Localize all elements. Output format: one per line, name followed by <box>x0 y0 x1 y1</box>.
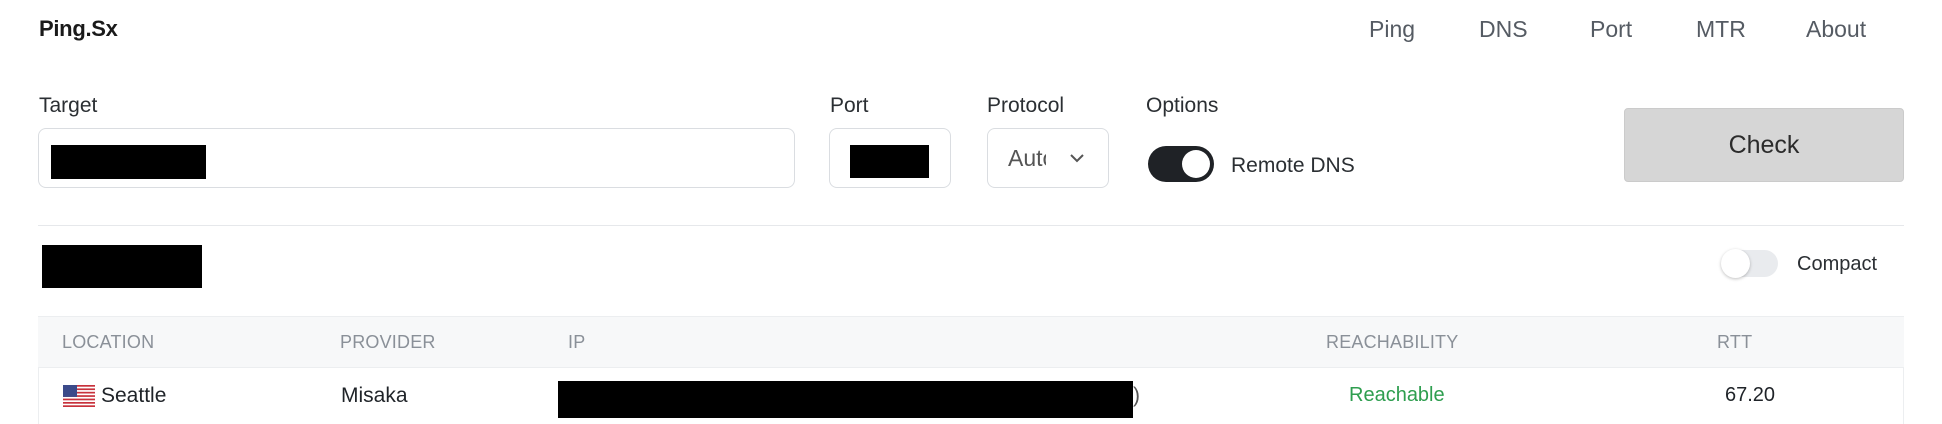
nav-port[interactable]: Port <box>1590 16 1632 43</box>
nav-dns[interactable]: DNS <box>1479 16 1528 43</box>
redacted-target-value <box>51 145 206 179</box>
row-provider: Misaka <box>341 384 408 407</box>
col-provider: PROVIDER <box>340 332 436 352</box>
check-button[interactable]: Check <box>1624 108 1904 182</box>
us-flag-icon <box>63 385 95 407</box>
table-row[interactable]: Seattle Misaka ) Reachable 67.20 <box>38 368 1904 424</box>
row-ip-suffix: ) <box>1133 384 1140 407</box>
row-location: Seattle <box>101 384 167 407</box>
port-label: Port <box>830 94 869 117</box>
protocol-label: Protocol <box>987 94 1065 117</box>
remote-dns-label: Remote DNS <box>1231 154 1355 177</box>
options-label: Options <box>1146 94 1219 117</box>
col-rtt: RTT <box>1717 332 1753 352</box>
protocol-value: Auto <box>1008 145 1046 171</box>
redacted-result-title <box>42 245 202 288</box>
redacted-port-value <box>850 145 929 178</box>
divider <box>38 225 1904 226</box>
row-reachability: Reachable <box>1349 384 1445 406</box>
target-input[interactable] <box>38 128 795 188</box>
chevron-down-icon <box>1070 154 1084 163</box>
compact-label: Compact <box>1797 253 1878 275</box>
col-ip: IP <box>568 332 586 352</box>
toggle-knob <box>1721 249 1750 278</box>
row-rtt: 67.20 <box>1725 384 1776 406</box>
redacted-ip <box>558 381 1133 418</box>
col-reachability: REACHABILITY <box>1326 332 1459 352</box>
nav-about[interactable]: About <box>1806 16 1866 43</box>
toggle-knob <box>1182 150 1210 178</box>
target-label: Target <box>39 94 98 117</box>
protocol-select[interactable]: Auto <box>987 128 1109 188</box>
nav-mtr[interactable]: MTR <box>1696 16 1746 43</box>
remote-dns-toggle[interactable] <box>1148 146 1214 182</box>
col-location: LOCATION <box>62 332 155 352</box>
brand-logo[interactable]: Ping.Sx <box>39 16 118 42</box>
port-input[interactable] <box>829 128 951 188</box>
results-table-header: LOCATION PROVIDER IP REACHABILITY RTT <box>38 316 1904 368</box>
nav-ping[interactable]: Ping <box>1369 16 1415 43</box>
compact-toggle[interactable] <box>1721 249 1778 278</box>
